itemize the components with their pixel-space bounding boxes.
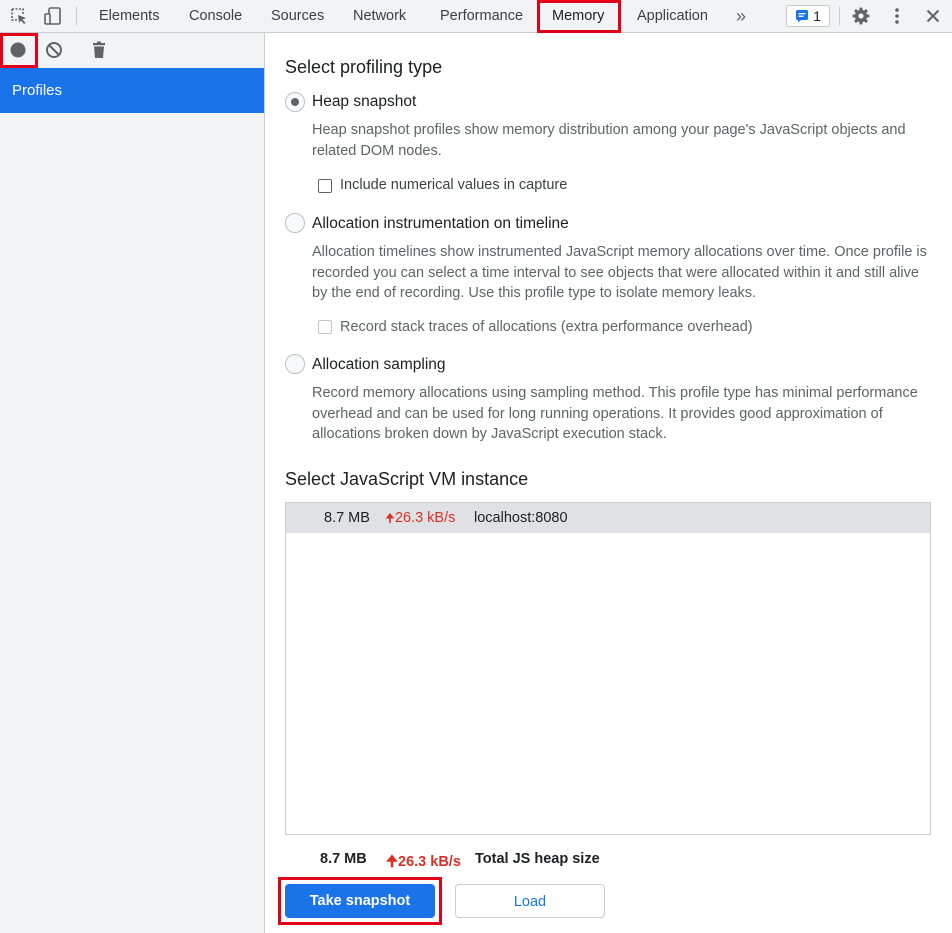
include-numerical-values-checkbox[interactable] <box>318 179 332 193</box>
devtools-tab-bar: Elements Console Sources Network Perform… <box>0 0 952 33</box>
include-numerical-values-label[interactable]: Include numerical values in capture <box>340 177 567 193</box>
vm-instance-list[interactable]: 8.7 MB 🠉26.3 kB/s localhost:8080 <box>285 502 931 835</box>
profiles-sidebar: Profiles <box>0 33 265 933</box>
heap-snapshot-label[interactable]: Heap snapshot <box>312 93 416 111</box>
tab-performance[interactable]: Performance <box>440 0 523 32</box>
kebab-menu-icon[interactable] <box>886 5 908 27</box>
take-snapshot-button[interactable]: Take snapshot <box>285 884 435 918</box>
total-heap-size: 8.7 MB <box>320 851 367 867</box>
issues-message-icon <box>796 10 809 23</box>
device-toolbar-icon[interactable] <box>42 5 64 27</box>
heap-snapshot-description: Heap snapshot profiles show memory distr… <box>312 122 906 159</box>
tab-console[interactable]: Console <box>189 0 242 32</box>
sidebar-toolbar <box>0 33 264 68</box>
vm-heap-rate: 🠉26.3 kB/s <box>385 510 456 526</box>
allocation-timeline-label[interactable]: Allocation instrumentation on timeline <box>312 215 569 233</box>
vm-url: localhost:8080 <box>474 510 568 526</box>
load-button[interactable]: Load <box>455 884 605 918</box>
record-stack-traces-checkbox[interactable] <box>318 320 332 334</box>
tab-application[interactable]: Application <box>637 0 708 32</box>
clear-all-icon[interactable] <box>42 38 66 62</box>
memory-panel: Select profiling type Heap snapshot Heap… <box>266 33 952 933</box>
allocation-timeline-radio[interactable] <box>285 213 305 233</box>
list-item[interactable]: 8.7 MB 🠉26.3 kB/s localhost:8080 <box>286 503 930 533</box>
record-icon[interactable] <box>6 38 30 62</box>
vm-heap-size: 8.7 MB <box>324 510 370 526</box>
vm-instance-title: Select JavaScript VM instance <box>285 469 529 489</box>
arrow-up-icon: 🠉 <box>386 854 399 870</box>
more-tabs-chevron-icon[interactable]: » <box>736 0 746 32</box>
settings-gear-icon[interactable] <box>850 5 872 27</box>
toolbar-divider <box>76 6 77 26</box>
close-icon[interactable] <box>922 5 944 27</box>
tab-memory[interactable]: Memory <box>552 0 605 33</box>
allocation-sampling-description: Record memory allocations using sampling… <box>312 385 918 442</box>
toolbar-divider <box>839 6 840 26</box>
sidebar-item-profiles[interactable]: Profiles <box>0 68 264 113</box>
record-stack-traces-label: Record stack traces of allocations (extr… <box>340 319 753 335</box>
allocation-sampling-radio[interactable] <box>285 354 305 374</box>
total-heap-rate: 🠉26.3 kB/s <box>386 854 461 870</box>
arrow-up-icon: 🠉 <box>385 511 395 525</box>
issues-counter-button[interactable]: 1 <box>786 5 830 27</box>
allocation-timeline-description: Allocation timelines show instrumented J… <box>312 244 927 301</box>
total-heap-label: Total JS heap size <box>475 851 600 867</box>
inspect-element-icon[interactable] <box>8 5 30 27</box>
heap-snapshot-radio[interactable] <box>285 92 305 112</box>
issues-count: 1 <box>813 8 821 24</box>
tab-network[interactable]: Network <box>353 0 406 32</box>
profiling-type-title: Select profiling type <box>285 57 443 77</box>
tab-elements[interactable]: Elements <box>99 0 159 32</box>
collect-garbage-icon[interactable] <box>87 38 111 62</box>
allocation-sampling-label[interactable]: Allocation sampling <box>312 356 446 374</box>
tab-sources[interactable]: Sources <box>271 0 324 32</box>
